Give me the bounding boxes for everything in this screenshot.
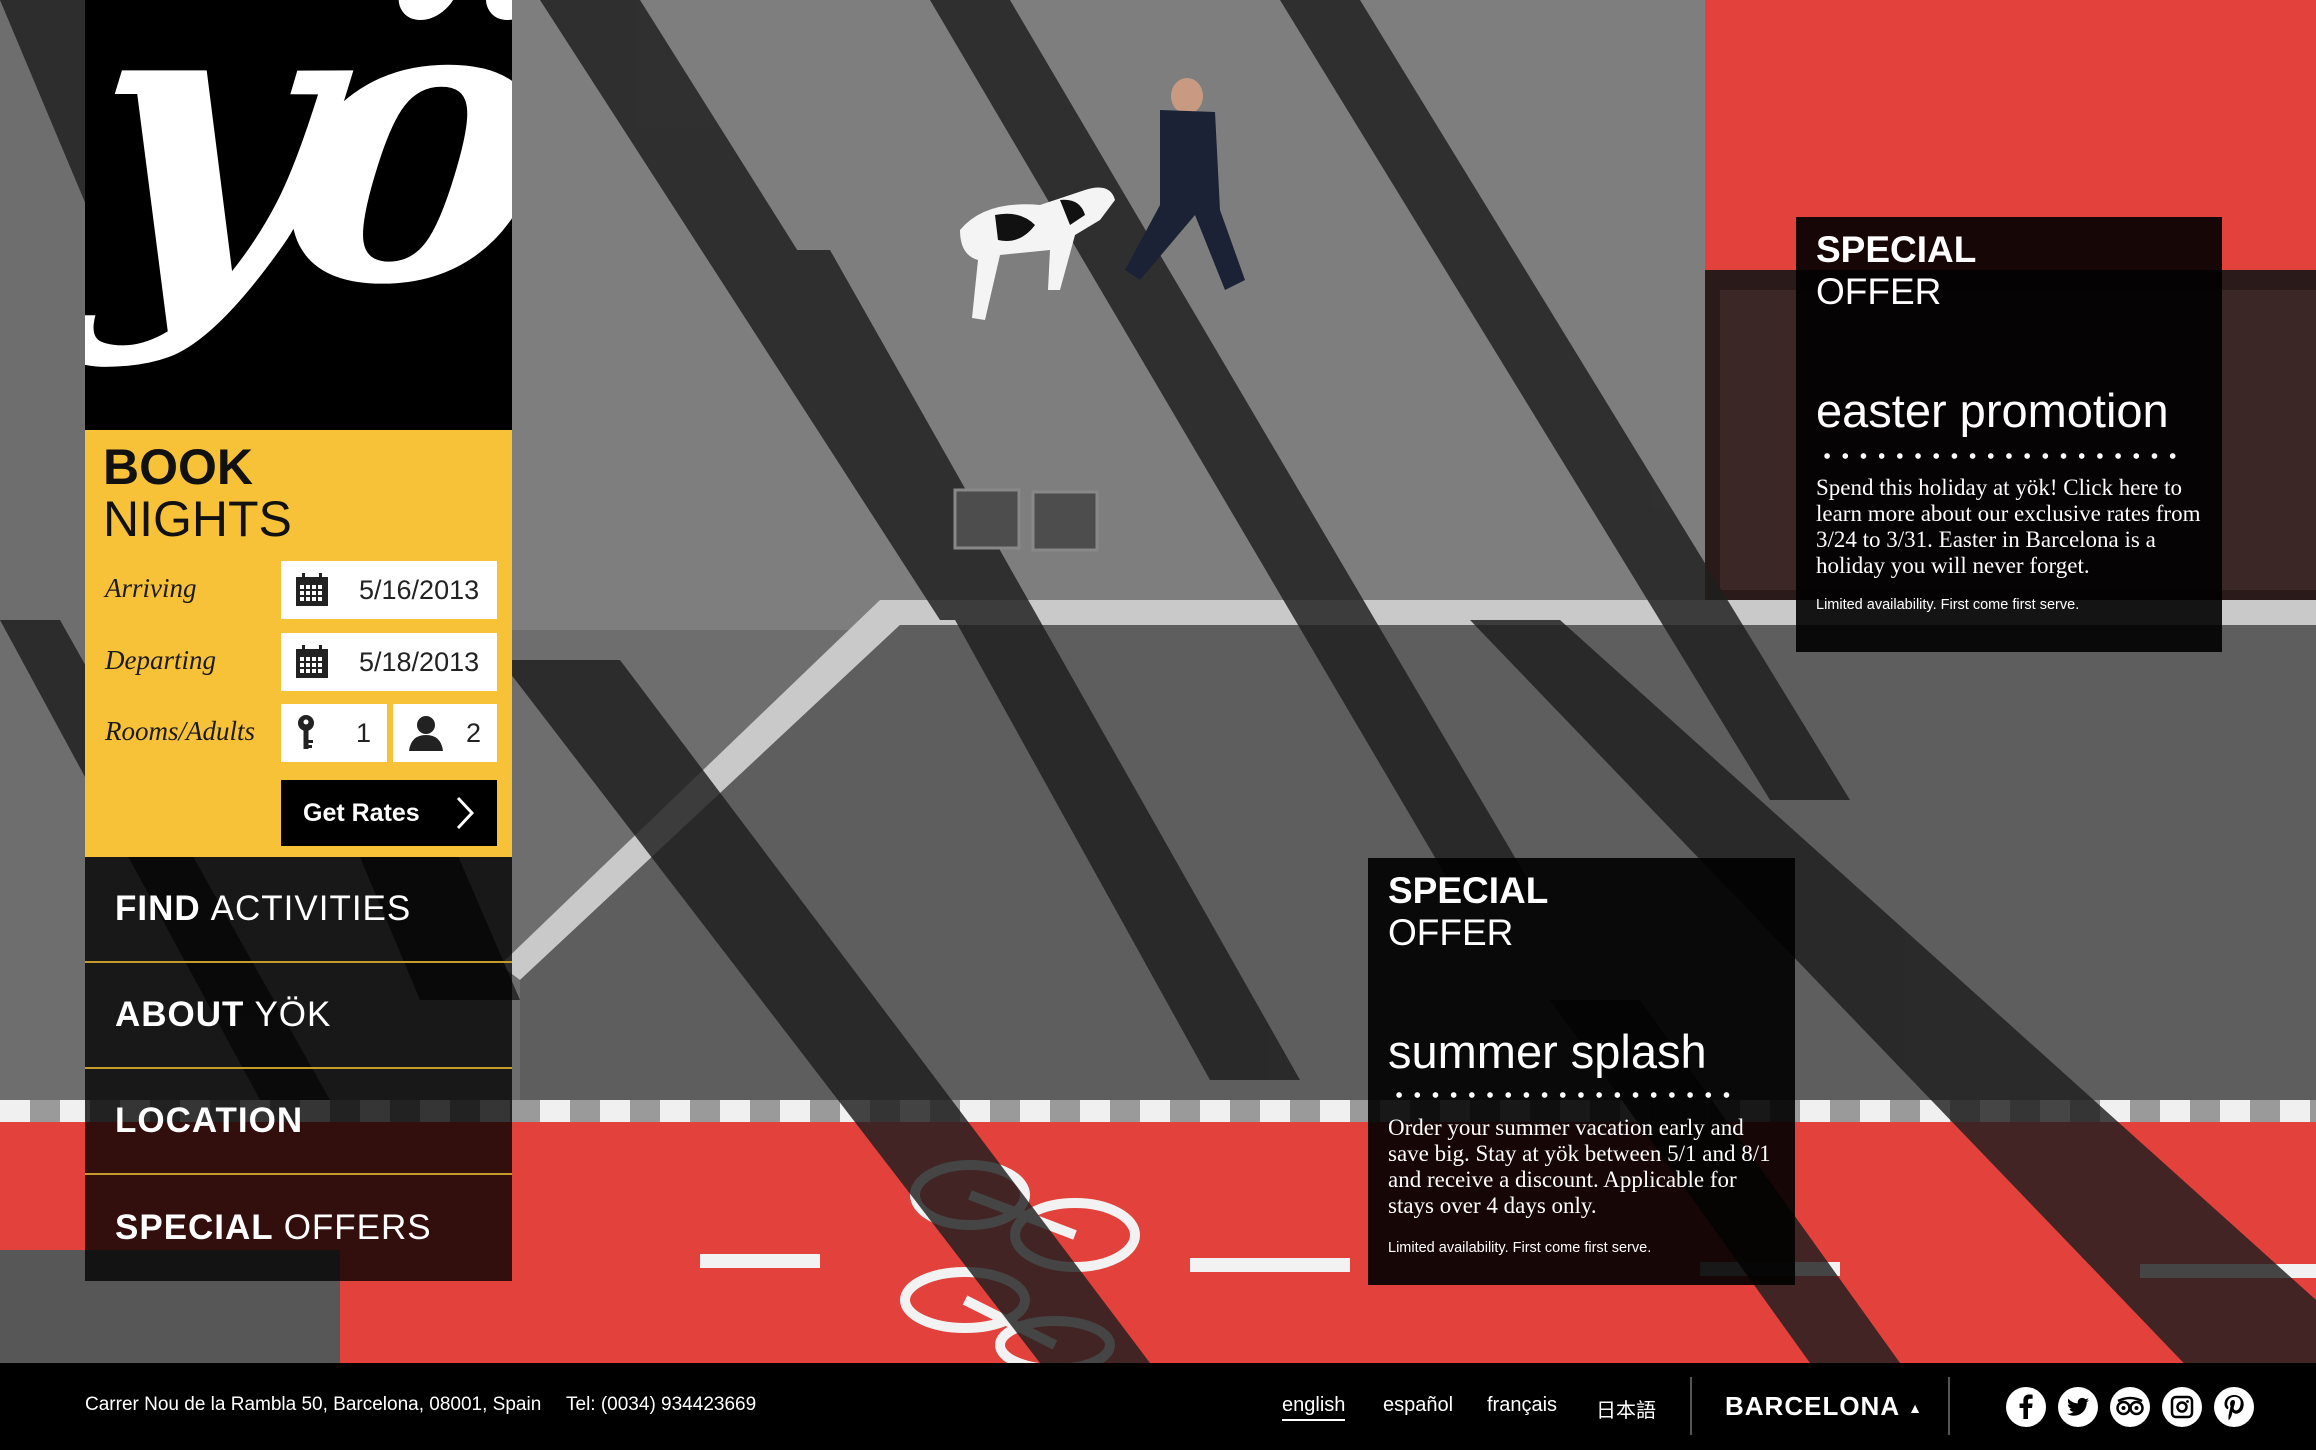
booking-title-bold: BOOK <box>103 439 253 495</box>
language-english[interactable]: english <box>1282 1394 1346 1421</box>
offer-tag-bold: SPECIAL <box>1388 870 1549 911</box>
rooms-value: 1 <box>355 717 371 748</box>
language-spanish[interactable]: español <box>1383 1394 1453 1417</box>
dotted-divider <box>1818 452 2184 460</box>
nav-item-light: ACTIVITIES <box>210 889 412 928</box>
logo-wordmark: yök <box>85 0 512 373</box>
main-nav: FIND ACTIVITIES ABOUT YÖK LOCATION SPECIAL… <box>85 857 512 1284</box>
adults-value: 2 <box>465 717 481 748</box>
offer-title: easter promotion <box>1816 384 2169 437</box>
departing-date-value: 5/18/2013 <box>359 646 480 677</box>
booking-widget: BOOK NIGHTS Arriving 5/16/2013 Departing <box>85 430 512 857</box>
rooms-adults-label: Rooms/Adults <box>105 716 256 746</box>
departing-label: Departing <box>105 645 216 675</box>
nav-item-bold: LOCATION <box>115 1101 304 1140</box>
pinterest-glyph <box>2224 1395 2244 1421</box>
departing-date-field[interactable]: 5/18/2013 <box>281 633 497 691</box>
offer-description: Order your summer vacation early and sav… <box>1388 1115 1771 1218</box>
nav-item-find-activities[interactable]: FIND ACTIVITIES <box>85 857 512 961</box>
person-icon <box>409 716 443 751</box>
offer-tag-bold: SPECIAL <box>1816 229 1977 270</box>
rooms-field[interactable]: 1 <box>281 704 387 762</box>
footer-address: Carrer Nou de la Rambla 50, Barcelona, 0… <box>85 1394 542 1415</box>
footer-divider <box>1690 1377 1692 1435</box>
chevron-right-icon <box>456 796 475 830</box>
nav-item-location[interactable]: LOCATION <box>85 1069 512 1173</box>
offer-description: Spend this holiday at yök! Click here to… <box>1816 475 2201 578</box>
footer-divider <box>1948 1377 1950 1435</box>
city-name: BARCELONA <box>1725 1391 1901 1421</box>
get-rates-label: Get Rates <box>303 798 420 827</box>
instagram-icon[interactable] <box>2162 1387 2202 1427</box>
twitter-glyph <box>2067 1397 2089 1416</box>
nav-item-bold: SPECIAL <box>115 1208 274 1247</box>
get-rates-button[interactable]: Get Rates <box>281 780 497 846</box>
nav-item-light: OFFERS <box>283 1208 432 1247</box>
nav-item-bold: ABOUT <box>115 995 245 1034</box>
offer-tag-light: OFFER <box>1816 271 1942 312</box>
arriving-date-field[interactable]: 5/16/2013 <box>281 561 497 619</box>
key-icon <box>298 715 314 749</box>
nav-item-special-offers[interactable]: SPECIAL OFFERS <box>85 1175 512 1281</box>
offer-note: Limited availability. First come first s… <box>1388 1240 1652 1256</box>
booking-title-light: NIGHTS <box>103 491 292 547</box>
adults-field[interactable]: 2 <box>393 704 497 762</box>
instagram-glyph <box>2170 1395 2194 1419</box>
offer-note: Limited availability. First come first s… <box>1816 597 2080 613</box>
offer-title: summer splash <box>1388 1025 1707 1078</box>
facebook-icon[interactable] <box>2006 1387 2046 1427</box>
twitter-icon[interactable] <box>2058 1387 2098 1427</box>
offer-card-easter[interactable]: SPECIAL OFFER easter promotion Spend thi… <box>1796 217 2222 652</box>
pinterest-icon[interactable] <box>2214 1387 2254 1427</box>
logo[interactable]: yök <box>85 0 512 430</box>
arriving-label: Arriving <box>105 573 197 603</box>
footer-phone: Tel: (0034) 934423669 <box>566 1394 757 1415</box>
facebook-glyph <box>2019 1394 2033 1419</box>
offer-tag-light: OFFER <box>1388 912 1514 953</box>
city-selector[interactable]: BARCELONA ▲ <box>1725 1391 1923 1422</box>
calendar-icon <box>296 573 328 606</box>
arriving-date-value: 5/16/2013 <box>359 574 480 605</box>
language-japanese[interactable]: 日本語 <box>1596 1394 1656 1423</box>
caret-up-icon: ▲ <box>1908 1400 1923 1417</box>
nav-item-about[interactable]: ABOUT YÖK <box>85 963 512 1067</box>
dotted-divider <box>1390 1091 1738 1099</box>
nav-item-light: YÖK <box>254 995 332 1034</box>
language-french[interactable]: français <box>1487 1394 1557 1417</box>
footer: Carrer Nou de la Rambla 50, Barcelona, 0… <box>0 1363 2316 1450</box>
tripadvisor-glyph <box>2116 1396 2144 1416</box>
calendar-icon <box>296 645 328 678</box>
tripadvisor-icon[interactable] <box>2110 1387 2150 1427</box>
nav-item-bold: FIND <box>115 889 201 928</box>
offer-card-summer[interactable]: SPECIAL OFFER summer splash Order your s… <box>1368 858 1795 1285</box>
booking-title: BOOK NIGHTS <box>103 442 292 544</box>
